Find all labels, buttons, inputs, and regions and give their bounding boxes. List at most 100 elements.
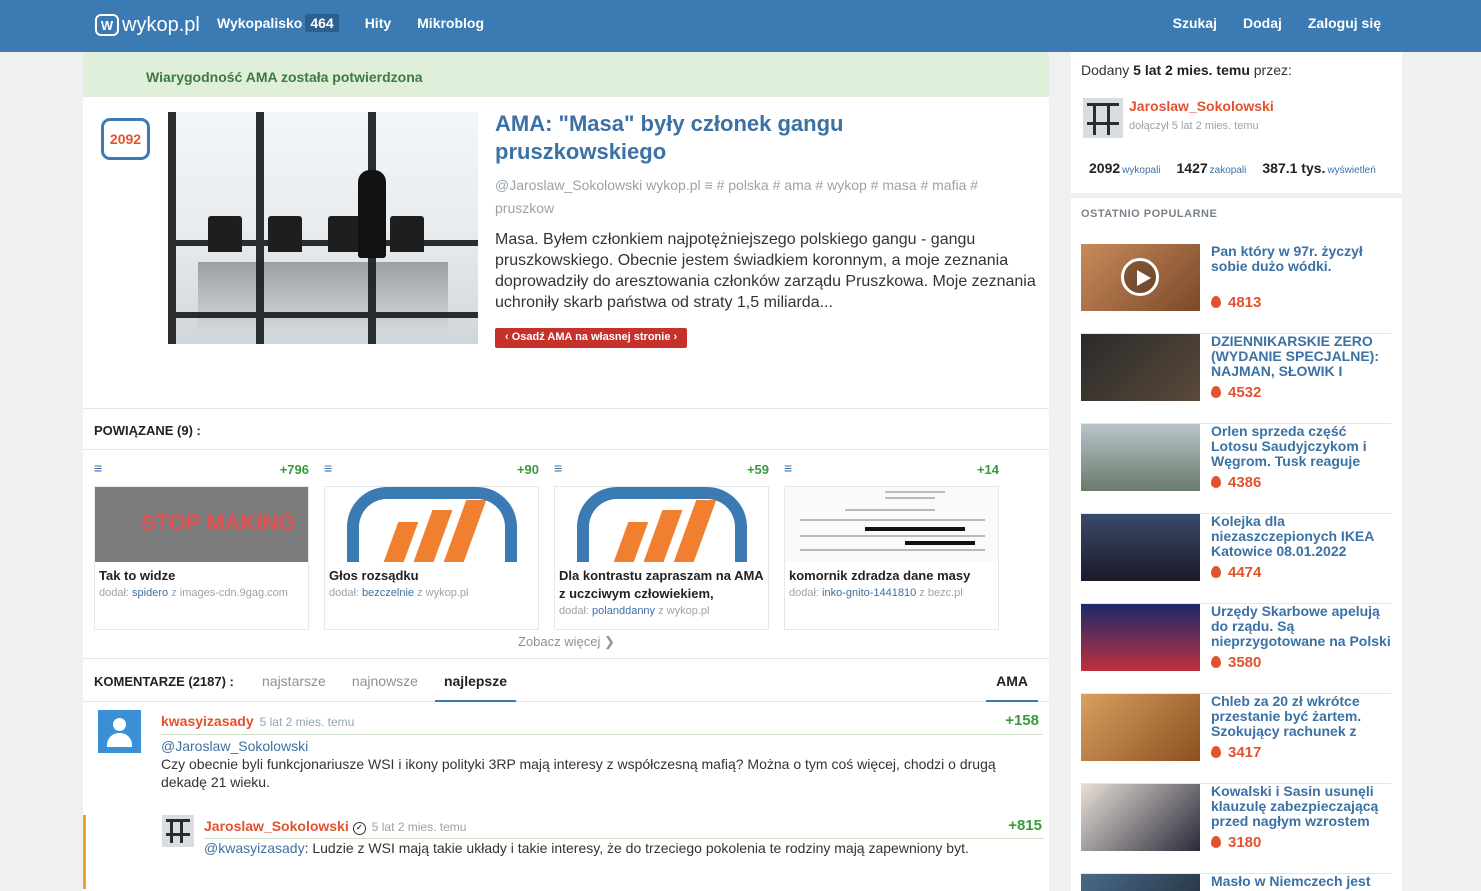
nav-wykopalisko[interactable]: Wykopalisko 464 (217, 14, 339, 32)
popular-thumbnail (1081, 244, 1200, 311)
popular-item[interactable]: Kowalski i Sasin usunęli klauzulę zabezp… (1081, 784, 1391, 874)
comment-time: 5 lat 2 mies. temu (259, 715, 355, 729)
thumbnail-text: STOP MAKING (141, 510, 296, 535)
popular-item[interactable]: Chleb za 20 zł wkrótce przestanie być ża… (1081, 694, 1391, 784)
card-votes: +14 (976, 462, 999, 477)
menu-icon[interactable]: ≡ (324, 460, 332, 476)
popular-votes: 4474 (1211, 564, 1261, 581)
tab-ama[interactable]: AMA (986, 659, 1038, 702)
author-panel: Dodany 5 lat 2 mies. temu przez: Jarosla… (1071, 52, 1402, 193)
popular-votes: 4532 (1211, 384, 1261, 401)
author-joined: dołączył 5 lat 2 mies. temu (1129, 120, 1259, 132)
popular-title[interactable]: Orlen sprzeda część Lotosu Saudyjczykom … (1211, 424, 1393, 470)
reply-time: 5 lat 2 mies. temu (371, 820, 467, 834)
popular-item[interactable]: Pan który w 97r. życzył sobie dużo wódki… (1081, 244, 1391, 334)
avatar-pattern (170, 819, 173, 843)
menu-icon[interactable]: ≡ (784, 460, 792, 476)
popular-title[interactable]: DZIENNIKARSKIE ZERO (WYDANIE SPECJALNE):… (1211, 334, 1393, 380)
popular-votes: 3180 (1211, 834, 1261, 851)
related-card[interactable]: ≡ +90 Głos rozsądku dodał: bezczelnie z … (324, 460, 539, 630)
reply-body: @kwasyizasady: Ludzie z WSI mają takie u… (204, 840, 1044, 856)
nav-mikroblog[interactable]: Mikroblog (417, 15, 484, 31)
card-title[interactable]: komornik zdradza dane masy (789, 567, 994, 585)
add-link[interactable]: Dodaj (1243, 15, 1282, 31)
popular-item[interactable]: DZIENNIKARSKIE ZERO (WYDANIE SPECJALNE):… (1081, 334, 1391, 424)
site-logo[interactable]: W wykop.pl (95, 12, 200, 38)
tab-najstarsze[interactable]: najstarsze (253, 659, 335, 702)
card-source: dodał: polanddanny z wykop.pl (559, 605, 710, 617)
mention-link[interactable]: @kwasyizasady (204, 840, 305, 856)
author-avatar[interactable] (1083, 98, 1123, 138)
comment-votes[interactable]: +158 (1005, 712, 1039, 729)
vote-counter-button[interactable]: 2092 (101, 118, 150, 160)
article-thumbnail[interactable] (168, 112, 478, 344)
redacted-block (865, 527, 965, 531)
avatar-body (107, 733, 132, 747)
popular-item[interactable]: Orlen sprzeda część Lotosu Saudyjczykom … (1081, 424, 1391, 514)
popular-title[interactable]: Pan który w 97r. życzył sobie dużo wódki… (1211, 244, 1393, 290)
comment-divider (161, 734, 1043, 735)
popular-title[interactable]: Kolejka dla niezaszczepionych IKEA Katow… (1211, 514, 1393, 560)
main-nav: Wykopalisko 464 Hity Mikroblog (217, 14, 484, 32)
card-votes: +90 (516, 462, 539, 477)
login-link[interactable]: Zaloguj się (1308, 15, 1381, 31)
card-user-link[interactable]: bezczelnie (362, 587, 414, 599)
embed-ama-button[interactable]: ‹ Osadź AMA na własnej stronie › (495, 328, 688, 348)
popular-thumbnail (1081, 424, 1200, 491)
see-more-link[interactable]: Zobacz więcej ❯ (518, 634, 615, 650)
chair-shape (390, 216, 424, 252)
menu-icon[interactable]: ≡ (94, 460, 102, 476)
comment-author[interactable]: kwasyizasady 5 lat 2 mies. temu (161, 713, 354, 729)
card-box: Dla kontrastu zapraszam na AMA z uczciwy… (554, 486, 769, 630)
document-line (800, 549, 985, 551)
document-line (800, 519, 985, 521)
related-card[interactable]: ≡ +14 komornik zdradza dane masy dodał: … (784, 460, 999, 630)
popular-thumbnail (1081, 514, 1200, 581)
author-avatar[interactable] (162, 815, 194, 847)
card-box: komornik zdradza dane masy dodał: inko-g… (784, 486, 999, 630)
chair-shape (268, 216, 302, 252)
article-meta-tags[interactable]: @Jaroslaw_Sokolowski wykop.pl ≡ # polska… (495, 174, 1025, 220)
reply-author[interactable]: Jaroslaw_Sokolowski ✓ 5 lat 2 mies. temu (204, 818, 466, 835)
avatar-pattern (1087, 103, 1119, 106)
menu-icon[interactable]: ≡ (554, 460, 562, 476)
popular-votes: 4813 (1211, 294, 1261, 311)
avatar-pattern (180, 819, 183, 843)
article-title[interactable]: AMA: "Masa" były członek gangu pruszkows… (495, 110, 1015, 166)
popular-panel: OSTATNIO POPULARNE Pan który w 97r. życz… (1071, 198, 1402, 891)
fire-icon (1211, 656, 1221, 668)
tab-najlepsze[interactable]: najlepsze (434, 659, 516, 702)
search-link[interactable]: Szukaj (1173, 15, 1217, 31)
reply-votes[interactable]: +815 (1008, 817, 1042, 834)
user-nav: Szukaj Dodaj Zaloguj się (1173, 15, 1381, 31)
popular-item[interactable]: Kolejka dla niezaszczepionych IKEA Katow… (1081, 514, 1391, 604)
popular-title[interactable]: Masło w Niemczech jest już (1211, 874, 1393, 891)
mention-link[interactable]: @Jaroslaw_Sokolowski (161, 738, 308, 754)
card-user-link[interactable]: inko-gnito-1441810 (822, 587, 916, 599)
user-avatar[interactable] (98, 710, 141, 753)
popular-title[interactable]: Kowalski i Sasin usunęli klauzulę zabezp… (1211, 784, 1393, 830)
card-box: Głos rozsądku dodał: bezczelnie z wykop.… (324, 486, 539, 630)
wykopalisko-count-badge: 464 (305, 14, 339, 32)
popular-item[interactable]: Masło w Niemczech jest już (1081, 874, 1391, 891)
popular-item[interactable]: Urzędy Skarbowe apelują do rządu. Są nie… (1081, 604, 1391, 694)
card-title[interactable]: Tak to widze (99, 567, 304, 585)
tab-najnowsze[interactable]: najnowsze (343, 659, 427, 702)
nav-hity[interactable]: Hity (365, 15, 391, 31)
fire-icon (1211, 566, 1221, 578)
popular-title[interactable]: Urzędy Skarbowe apelują do rządu. Są nie… (1211, 604, 1393, 650)
top-navigation-bar: W wykop.pl Wykopalisko 464 Hity Mikroblog… (0, 0, 1481, 52)
comment-body: @Jaroslaw_Sokolowski Czy obecnie byli fu… (161, 737, 1031, 791)
card-user-link[interactable]: polanddanny (592, 605, 655, 617)
card-user-link[interactable]: spidero (132, 587, 168, 599)
card-source: dodał: spidero z images-cdn.9gag.com (99, 587, 288, 599)
card-title[interactable]: Głos rozsądku (329, 567, 534, 585)
card-title[interactable]: Dla kontrastu zapraszam na AMA z uczciwy… (559, 567, 764, 603)
related-card[interactable]: ≡ +796 STOP MAKING Tak to widze dodał: s… (94, 460, 309, 630)
document-line (845, 509, 935, 511)
author-name-link[interactable]: Jaroslaw_Sokolowski (1129, 98, 1274, 114)
popular-heading: OSTATNIO POPULARNE (1081, 208, 1218, 220)
popular-title[interactable]: Chleb za 20 zł wkrótce przestanie być ża… (1211, 694, 1393, 740)
related-card[interactable]: ≡ +59 Dla kontrastu zapraszam na AMA z u… (554, 460, 769, 630)
fire-icon (1211, 836, 1221, 848)
